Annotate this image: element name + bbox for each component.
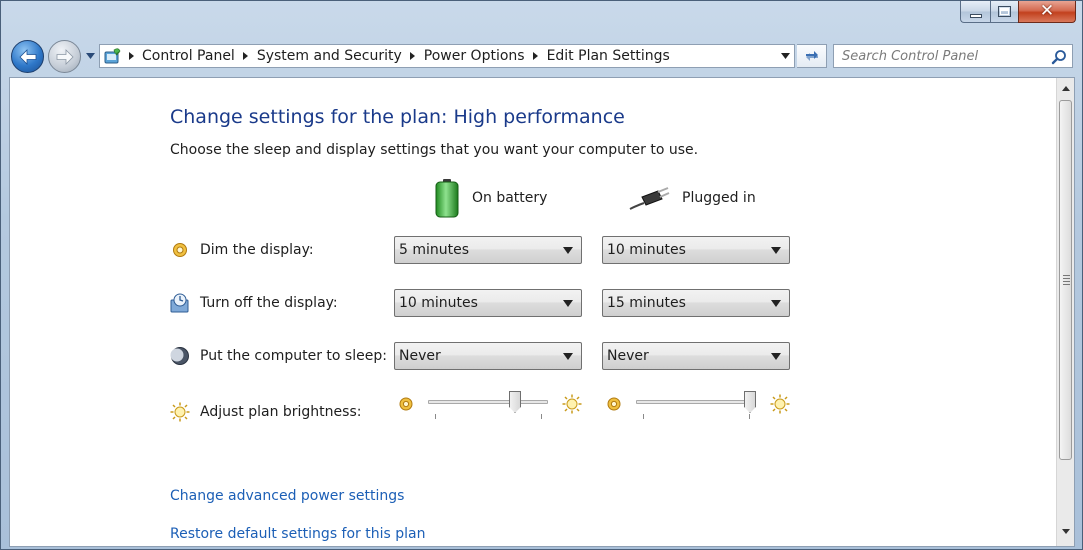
chevron-down-icon bbox=[771, 247, 781, 254]
slider-tick bbox=[435, 414, 436, 419]
column-header-plugged: Plugged in bbox=[628, 178, 756, 218]
scroll-thumb[interactable] bbox=[1059, 100, 1072, 460]
arrow-left-icon bbox=[18, 48, 36, 65]
dim-display-plugged-select[interactable]: 10 minutes bbox=[602, 236, 790, 264]
breadcrumb-separator-icon[interactable] bbox=[528, 52, 544, 60]
sleep-plugged-select[interactable]: Never bbox=[602, 342, 790, 370]
minimize-button[interactable] bbox=[960, 1, 990, 23]
brightness-low-icon bbox=[607, 397, 621, 411]
dim-display-icon bbox=[170, 240, 190, 260]
caption-buttons: ✕ bbox=[960, 1, 1076, 23]
chevron-down-icon bbox=[563, 353, 573, 360]
search-input[interactable] bbox=[834, 48, 1044, 64]
chevron-down-icon bbox=[85, 53, 95, 59]
brightness-label: Adjust plan brightness: bbox=[200, 404, 362, 420]
scroll-up-button[interactable] bbox=[1057, 80, 1074, 97]
window-frame: ✕ Control Panel System and Security Powe… bbox=[0, 0, 1083, 550]
sleep-battery-select[interactable]: Never bbox=[394, 342, 582, 370]
page-subtitle: Choose the sleep and display settings th… bbox=[170, 142, 699, 158]
slider-tick bbox=[643, 414, 644, 419]
vertical-scrollbar[interactable] bbox=[1056, 78, 1074, 546]
arrow-right-icon bbox=[56, 48, 74, 65]
chevron-down-icon bbox=[771, 300, 781, 307]
address-bar[interactable]: Control Panel System and Security Power … bbox=[99, 44, 795, 68]
select-value: 5 minutes bbox=[399, 242, 470, 258]
slider-tick bbox=[749, 414, 750, 419]
page-title: Change settings for the plan: High perfo… bbox=[170, 106, 625, 128]
navigation-bar: Control Panel System and Security Power … bbox=[11, 39, 1077, 73]
chevron-down-icon bbox=[563, 300, 573, 307]
setting-row-dim: Dim the display: bbox=[170, 236, 314, 264]
close-button[interactable]: ✕ bbox=[1018, 1, 1076, 23]
slider-track[interactable] bbox=[428, 400, 548, 404]
recent-pages-dropdown[interactable] bbox=[84, 50, 96, 62]
breadcrumb-edit-plan-settings[interactable]: Edit Plan Settings bbox=[544, 48, 673, 64]
slider-tick bbox=[541, 414, 542, 419]
dim-display-label: Dim the display: bbox=[200, 242, 314, 258]
select-value: 10 minutes bbox=[399, 295, 478, 311]
chevron-down-icon bbox=[780, 53, 790, 59]
breadcrumb-power-options[interactable]: Power Options bbox=[421, 48, 528, 64]
chevron-down-icon bbox=[563, 247, 573, 254]
slider-thumb[interactable] bbox=[509, 391, 521, 413]
select-value: Never bbox=[399, 348, 441, 364]
turn-off-display-label: Turn off the display: bbox=[200, 295, 338, 311]
scroll-down-button[interactable] bbox=[1057, 523, 1074, 540]
dim-display-battery-select[interactable]: 5 minutes bbox=[394, 236, 582, 264]
scroll-grip-icon bbox=[1063, 275, 1070, 287]
column-label-plugged: Plugged in bbox=[682, 190, 756, 206]
chevron-up-icon bbox=[1061, 86, 1070, 91]
chevron-down-icon bbox=[1061, 529, 1070, 534]
content-pane: Change settings for the plan: High perfo… bbox=[9, 77, 1075, 547]
turn-off-display-icon bbox=[170, 293, 190, 313]
breadcrumb-control-panel[interactable]: Control Panel bbox=[139, 48, 238, 64]
search-box[interactable] bbox=[833, 44, 1073, 68]
power-plug-icon bbox=[629, 187, 670, 210]
turn-off-display-plugged-select[interactable]: 15 minutes bbox=[602, 289, 790, 317]
slider-track[interactable] bbox=[636, 400, 756, 404]
setting-row-brightness: Adjust plan brightness: bbox=[170, 398, 361, 426]
brightness-sun-icon bbox=[170, 402, 190, 422]
maximize-button[interactable] bbox=[990, 1, 1018, 23]
select-value: Never bbox=[607, 348, 649, 364]
back-button[interactable] bbox=[11, 40, 44, 73]
change-advanced-power-settings-link[interactable]: Change advanced power settings bbox=[170, 488, 404, 504]
maximize-icon bbox=[998, 6, 1011, 17]
setting-row-turn-off-display: Turn off the display: bbox=[170, 289, 338, 317]
sleep-moon-icon bbox=[170, 346, 190, 366]
brightness-high-icon bbox=[562, 394, 582, 414]
brightness-high-icon bbox=[770, 394, 790, 414]
control-panel-icon bbox=[103, 47, 123, 65]
close-icon: ✕ bbox=[1039, 1, 1055, 21]
address-history-dropdown[interactable] bbox=[778, 49, 792, 63]
select-value: 10 minutes bbox=[607, 242, 686, 258]
brightness-low-icon bbox=[399, 397, 413, 411]
forward-button[interactable] bbox=[48, 40, 81, 73]
column-header-battery: On battery bbox=[434, 178, 547, 218]
sleep-label: Put the computer to sleep: bbox=[200, 348, 387, 364]
breadcrumb-separator-icon[interactable] bbox=[123, 52, 139, 60]
refresh-icon bbox=[805, 51, 818, 61]
restore-default-settings-link[interactable]: Restore default settings for this plan bbox=[170, 526, 426, 542]
setting-row-sleep: Put the computer to sleep: bbox=[170, 342, 387, 370]
refresh-button[interactable] bbox=[797, 44, 827, 68]
chevron-down-icon bbox=[771, 353, 781, 360]
turn-off-display-battery-select[interactable]: 10 minutes bbox=[394, 289, 582, 317]
breadcrumb-separator-icon[interactable] bbox=[238, 52, 254, 60]
search-icon[interactable] bbox=[1051, 49, 1067, 65]
breadcrumb-separator-icon[interactable] bbox=[405, 52, 421, 60]
battery-icon bbox=[435, 179, 459, 218]
select-value: 15 minutes bbox=[607, 295, 686, 311]
slider-thumb[interactable] bbox=[744, 391, 756, 413]
column-label-battery: On battery bbox=[472, 190, 548, 206]
breadcrumb-system-and-security[interactable]: System and Security bbox=[254, 48, 405, 64]
minimize-icon bbox=[969, 13, 982, 18]
